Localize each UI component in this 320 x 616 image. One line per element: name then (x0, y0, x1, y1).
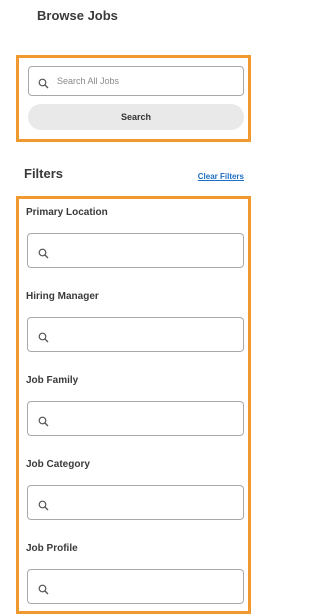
search-icon (38, 498, 49, 516)
search-field[interactable] (28, 66, 244, 96)
hiring-manager-field[interactable] (27, 317, 244, 352)
search-input[interactable] (57, 71, 237, 91)
search-icon (38, 582, 49, 600)
search-icon (38, 246, 49, 264)
search-icon (38, 414, 49, 432)
filter-label-job-family: Job Family (26, 375, 79, 386)
search-icon (38, 76, 49, 94)
primary-location-field[interactable] (27, 233, 244, 268)
job-profile-field[interactable] (27, 569, 244, 604)
search-button[interactable]: Search (28, 104, 244, 130)
page-title: Browse Jobs (37, 8, 118, 23)
job-family-input[interactable] (56, 410, 236, 428)
job-profile-input[interactable] (56, 578, 236, 596)
filter-label-job-profile: Job Profile (26, 543, 78, 554)
job-family-field[interactable] (27, 401, 244, 436)
filter-label-job-category: Job Category (26, 459, 90, 470)
filter-label-primary-location: Primary Location (26, 207, 108, 218)
filters-section: Primary Location Hiring Manager Job Fami… (16, 196, 251, 614)
search-section: Search (16, 55, 251, 142)
filters-title: Filters (24, 166, 64, 181)
hiring-manager-input[interactable] (56, 326, 236, 344)
browse-jobs-panel: Browse Jobs Search Filters Clear Filters… (0, 0, 255, 616)
search-icon (38, 330, 49, 348)
primary-location-input[interactable] (56, 242, 236, 260)
job-category-field[interactable] (27, 485, 244, 520)
clear-filters-link[interactable]: Clear Filters (198, 172, 244, 181)
filter-label-hiring-manager: Hiring Manager (26, 291, 99, 302)
job-category-input[interactable] (56, 494, 236, 512)
